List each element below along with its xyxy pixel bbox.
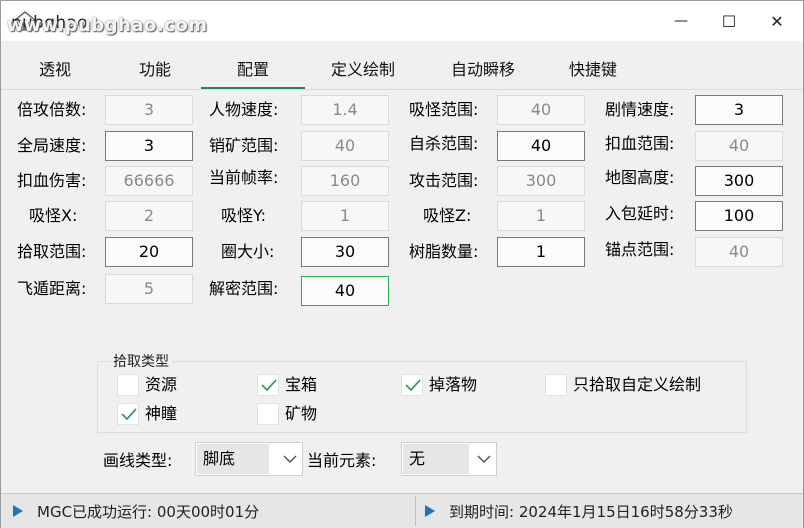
tab-custom-draw[interactable]: 定义绘制 xyxy=(311,49,415,87)
story-speed-field[interactable]: 3 xyxy=(695,95,783,125)
setting-label: 圈大小: xyxy=(221,242,275,261)
mine-range-field[interactable]: 40 xyxy=(301,131,389,161)
checkbox-label: 宝箱 xyxy=(285,375,318,394)
maximize-button[interactable]: ☐ xyxy=(705,1,753,41)
chevron-down-icon xyxy=(477,455,491,464)
app-window: pubghao www.pubghao.com — ☐ ✕ 透视 功能 配置 定… xyxy=(0,0,804,528)
setting-label: 销矿范围: xyxy=(209,136,279,155)
close-icon: ✕ xyxy=(770,11,784,31)
group-title: 拾取类型 xyxy=(111,351,171,371)
suicide-range-field[interactable]: 40 xyxy=(497,131,585,161)
tab-label: 快捷键 xyxy=(568,60,617,79)
status-run: MGC已成功运行: 00天00时01分 xyxy=(13,494,259,528)
checkmark-icon xyxy=(261,379,277,392)
chevron-down-icon xyxy=(283,455,297,464)
pickup-type-group xyxy=(97,361,747,433)
circle-size-field[interactable]: 30 xyxy=(301,237,389,267)
damage-field[interactable]: 66666 xyxy=(105,166,193,196)
pull-range-field[interactable]: 40 xyxy=(497,95,585,125)
checkbox-label: 只拾取自定义绘制 xyxy=(573,375,702,394)
setting-label: 攻击范围: xyxy=(409,171,479,190)
checkbox-label: 神瞳 xyxy=(145,404,178,423)
setting-label: 拾取范围: xyxy=(17,242,87,261)
setting-label: 树脂数量: xyxy=(409,242,479,261)
setting-label: 自杀范围: xyxy=(409,134,479,153)
tab-label: 自动瞬移 xyxy=(450,60,515,79)
tab-label: 功能 xyxy=(138,60,171,79)
tab-auto-teleport[interactable]: 自动瞬移 xyxy=(431,49,535,87)
setting-label: 吸怪Z: xyxy=(423,206,472,225)
setting-label: 地图高度: xyxy=(605,168,675,187)
attack-range-field[interactable]: 300 xyxy=(497,166,585,196)
anchor-range-field[interactable]: 40 xyxy=(695,237,783,267)
pull-z-field[interactable]: 1 xyxy=(497,201,585,231)
decrypt-range-field[interactable]: 40 xyxy=(301,276,389,306)
drops-checkbox[interactable] xyxy=(401,374,423,396)
minimize-icon: — xyxy=(674,13,688,29)
setting-label: 吸怪范围: xyxy=(409,100,479,119)
setting-label: 吸怪X: xyxy=(29,206,78,225)
tab-hotkeys[interactable]: 快捷键 xyxy=(541,49,645,87)
maximize-icon: ☐ xyxy=(721,11,737,31)
custom-only-checkbox[interactable] xyxy=(545,374,567,396)
global-speed-field[interactable]: 3 xyxy=(105,131,193,161)
oculus-checkbox[interactable] xyxy=(117,403,139,425)
chest-checkbox[interactable] xyxy=(257,374,279,396)
current-element-label: 当前元素: xyxy=(307,451,377,470)
multi-attack-field[interactable]: 3 xyxy=(105,95,193,125)
setting-label: 全局速度: xyxy=(17,136,87,155)
setting-label: 当前帧率: xyxy=(209,168,279,187)
mineral-checkbox[interactable] xyxy=(257,403,279,425)
setting-label: 飞遁距离: xyxy=(17,279,87,298)
tab-config[interactable]: 配置 xyxy=(201,49,305,89)
line-type-select[interactable]: 脚底 xyxy=(195,442,303,476)
tab-perspective[interactable]: 透视 xyxy=(7,49,103,87)
tab-label: 透视 xyxy=(38,60,71,79)
bag-delay-field[interactable]: 100 xyxy=(695,201,783,231)
tab-bar: 透视 功能 配置 定义绘制 自动瞬移 快捷键 xyxy=(1,49,803,90)
title-bar[interactable]: pubghao www.pubghao.com — ☐ ✕ xyxy=(1,1,803,41)
resource-checkbox[interactable] xyxy=(117,374,139,396)
setting-label: 吸怪Y: xyxy=(221,206,267,225)
minimize-button[interactable]: — xyxy=(657,1,705,41)
tab-label: 定义绘制 xyxy=(330,60,395,79)
pull-y-field[interactable]: 1 xyxy=(301,201,389,231)
watermark-text: www.pubghao.com xyxy=(7,15,208,36)
setting-label: 剧情速度: xyxy=(605,100,675,119)
close-button[interactable]: ✕ xyxy=(753,1,801,41)
setting-label: 解密范围: xyxy=(209,279,279,298)
checkmark-icon xyxy=(405,379,421,392)
setting-label: 人物速度: xyxy=(209,100,279,119)
player-speed-field[interactable]: 1.4 xyxy=(301,95,389,125)
current-element-select[interactable]: 无 xyxy=(401,442,497,476)
resin-count-field[interactable]: 1 xyxy=(497,237,585,267)
setting-label: 倍攻倍数: xyxy=(17,100,87,119)
tab-label: 配置 xyxy=(236,60,269,79)
pickup-range-field[interactable]: 20 xyxy=(105,237,193,267)
status-run-text: MGC已成功运行: 00天00时01分 xyxy=(37,502,260,521)
status-expiry: 到期时间: 2024年1月15日16时58分33秒 xyxy=(425,494,733,528)
checkbox-label: 矿物 xyxy=(285,404,318,423)
checkbox-label: 掉落物 xyxy=(429,375,478,394)
play-icon xyxy=(13,505,23,517)
setting-label: 扣血范围: xyxy=(605,134,675,153)
map-height-field[interactable]: 300 xyxy=(695,166,783,196)
frame-rate-field[interactable]: 160 xyxy=(301,166,389,196)
bleed-range-field[interactable]: 40 xyxy=(695,131,783,161)
select-value: 脚底 xyxy=(197,444,269,474)
setting-label: 扣血伤害: xyxy=(17,171,87,190)
checkbox-label: 资源 xyxy=(145,375,178,394)
fly-distance-field[interactable]: 5 xyxy=(105,274,193,304)
select-value: 无 xyxy=(403,444,469,474)
line-type-label: 画线类型: xyxy=(103,451,173,470)
pull-x-field[interactable]: 2 xyxy=(105,201,193,231)
play-icon xyxy=(425,505,435,517)
tab-functions[interactable]: 功能 xyxy=(107,49,203,87)
setting-label: 锚点范围: xyxy=(605,240,675,259)
status-expiry-text: 到期时间: 2024年1月15日16时58分33秒 xyxy=(449,502,733,521)
checkmark-icon xyxy=(121,408,137,421)
setting-label: 入包延时: xyxy=(605,204,675,223)
status-bar: MGC已成功运行: 00天00时01分 到期时间: 2024年1月15日16时5… xyxy=(1,493,803,528)
status-divider xyxy=(415,496,416,526)
